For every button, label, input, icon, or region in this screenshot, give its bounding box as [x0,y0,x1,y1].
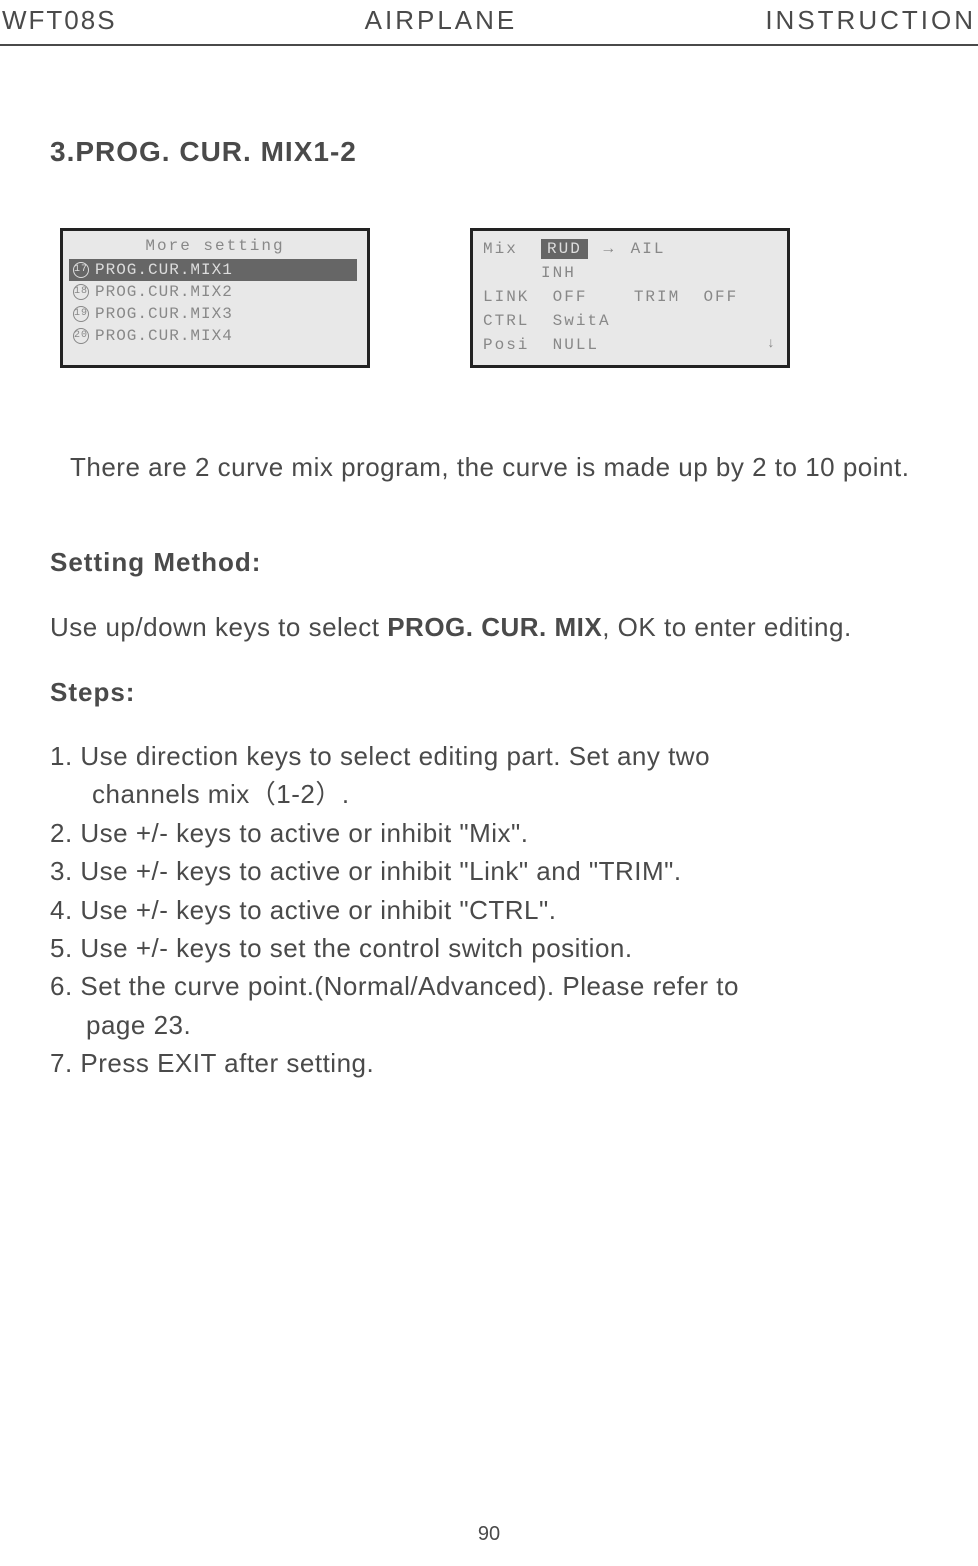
setting-method-text: Use up/down keys to select PROG. CUR. MI… [50,608,928,647]
lcd1-item-2-num: 18 [73,284,89,300]
step-3: 3. Use +/- keys to active or inhibit "Li… [50,853,928,889]
lcd2-line5: Posi NULL ↓ [483,333,777,357]
step-6a: 6. Set the curve point.(Normal/Advanced)… [50,968,928,1004]
page-number: 90 [478,1523,500,1546]
lcd1-item-3-label: PROG.CUR.MIX3 [95,305,233,323]
lcd1-item-3-num: 19 [73,306,89,322]
step-6b: page 23. [50,1007,928,1043]
lcd1-title: More setting [73,237,357,255]
lcd1-item-3: 19 PROG.CUR.MIX3 [73,303,357,325]
lcd2-mix-source: RUD [541,239,588,259]
step-2: 2. Use +/- keys to active or inhibit "Mi… [50,815,928,851]
lcd2-posi-label: Posi [483,336,529,354]
lcd2-ctrl-label: CTRL [483,312,529,330]
lcd1-item-1-num: 17 [73,262,89,278]
lcd1-item-2-label: PROG.CUR.MIX2 [95,283,233,301]
lcd2-trim-value: OFF [703,288,738,306]
lcd1-item-1: 17 PROG.CUR.MIX1 [69,259,357,281]
lcd2-link-value: OFF [553,288,588,306]
page-content: 3.PROG. CUR. MIX1-2 More setting 17 PROG… [0,136,978,1082]
section-title: 3.PROG. CUR. MIX1-2 [50,136,928,168]
step-7: 7. Press EXIT after setting. [50,1045,928,1081]
lcd2-inh: INH [541,264,576,282]
lcd1-item-4: 20 PROG.CUR.MIX4 [73,325,357,347]
lcd-screen-more-setting: More setting 17 PROG.CUR.MIX1 18 PROG.CU… [60,228,370,368]
lcd2-posi-value: NULL [553,336,599,354]
lcd1-item-2: 18 PROG.CUR.MIX2 [73,281,357,303]
header-section: AIRPLANE [365,5,518,36]
setting-method-post: , OK to enter editing. [602,612,851,642]
page-header: WFT08S AIRPLANE INSTRUCTION [0,0,978,46]
lcd2-line3: LINK OFF TRIM OFF [483,285,777,309]
lcd2-line1: Mix RUD → AIL [483,237,777,261]
step-1b: channels mix（1-2）. [50,776,928,812]
lcd-screenshots: More setting 17 PROG.CUR.MIX1 18 PROG.CU… [50,228,928,368]
lcd-screen-mix-settings: Mix RUD → AIL INH LINK OFF TRIM OFF CTRL… [470,228,790,368]
lcd2-line2: INH [483,261,777,285]
lcd2-mix-label: Mix [483,240,518,258]
header-doc-type: INSTRUCTION [765,5,976,36]
setting-method-pre: Use up/down keys to select [50,612,387,642]
lcd2-mix-target: AIL [631,240,666,258]
arrow-right-icon: → [603,240,615,258]
header-model: WFT08S [2,5,117,36]
lcd2-trim-label: TRIM [634,288,680,306]
lcd2-line4: CTRL SwitA [483,309,777,333]
steps-list: 1. Use direction keys to select editing … [50,738,928,1082]
down-arrow-icon: ↓ [767,336,777,352]
lcd1-item-1-label: PROG.CUR.MIX1 [95,261,233,279]
lcd1-item-4-num: 20 [73,328,89,344]
setting-method-title: Setting Method: [50,547,928,578]
setting-method-bold: PROG. CUR. MIX [387,612,602,642]
description-text: There are 2 curve mix program, the curve… [50,448,928,487]
lcd2-ctrl-value: SwitA [553,312,611,330]
lcd2-link-label: LINK [483,288,529,306]
lcd1-item-4-label: PROG.CUR.MIX4 [95,327,233,345]
step-4: 4. Use +/- keys to active or inhibit "CT… [50,892,928,928]
steps-title: Steps: [50,677,928,708]
step-5: 5. Use +/- keys to set the control switc… [50,930,928,966]
step-1a: 1. Use direction keys to select editing … [50,738,928,774]
